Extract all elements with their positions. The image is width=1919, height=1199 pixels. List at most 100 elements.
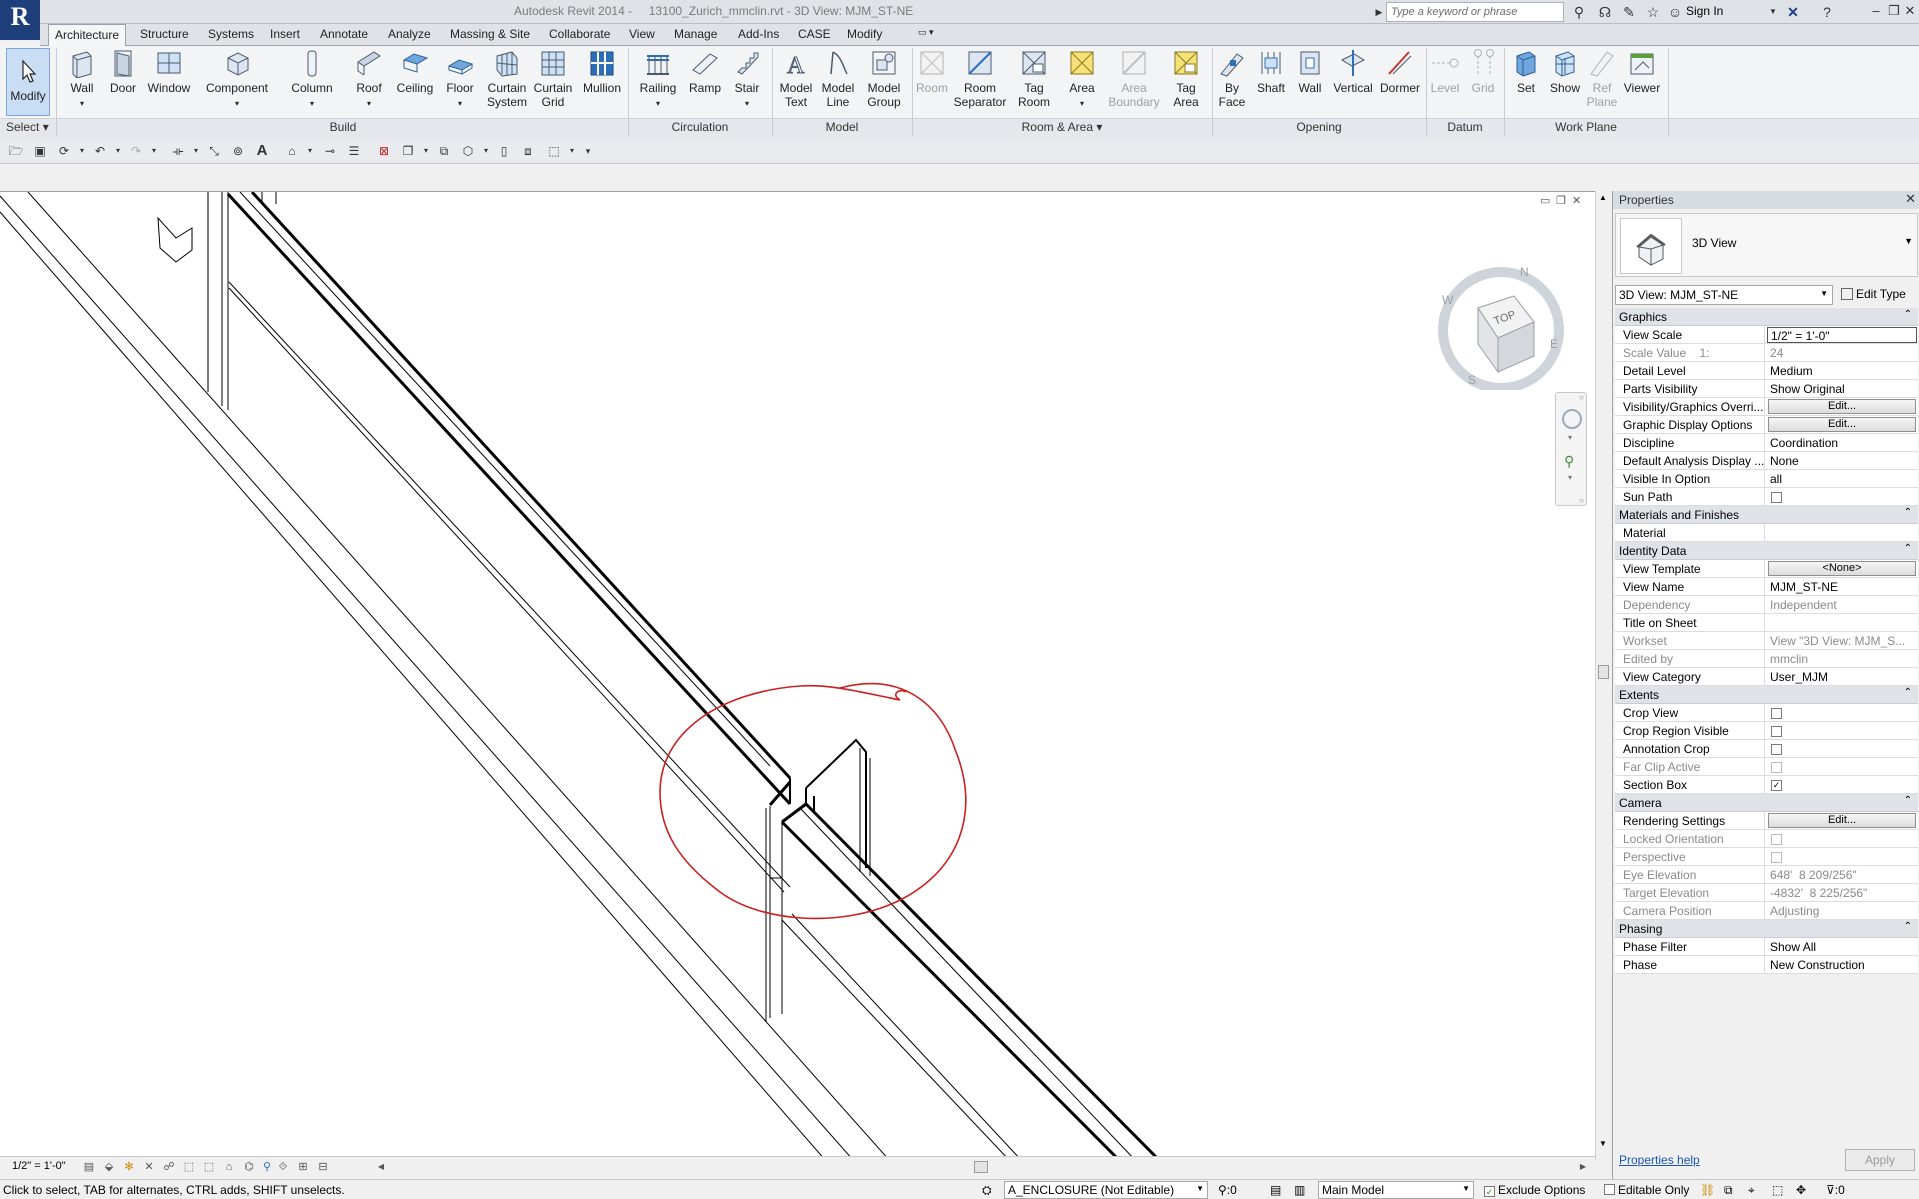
prop-phase-filter[interactable]: Phase Filter Show All xyxy=(1615,938,1918,956)
view-template-button[interactable]: <None> xyxy=(1768,561,1916,576)
workset-icon[interactable]: ⬚ xyxy=(546,143,562,159)
tab-case[interactable]: CASE xyxy=(798,27,831,41)
graphic-display-edit-button[interactable]: Edit... xyxy=(1768,417,1916,432)
rendering-dialog-icon[interactable]: ☍ xyxy=(162,1160,176,1174)
favorites-star-icon[interactable]: ☆ xyxy=(1644,3,1662,21)
prop-view-scale[interactable]: View Scale 1/2" = 1'-0" xyxy=(1615,326,1918,344)
tile-windows-icon[interactable]: ⧉ xyxy=(436,143,452,159)
temporary-view-properties-icon[interactable]: ⟐ xyxy=(276,1160,290,1174)
ribbon-minimize-toggle[interactable]: ▭ ▾ xyxy=(918,27,934,38)
zoom-dropdown-icon[interactable]: ▾ xyxy=(1568,473,1572,482)
open-icon[interactable]: 🗁 xyxy=(8,143,24,159)
hscroll-right-arrow-icon[interactable]: ▶ xyxy=(1576,1160,1590,1174)
redo-dropdown-icon[interactable]: ▾ xyxy=(146,143,162,159)
curtain-grid-button[interactable]: Curtain Grid xyxy=(532,48,574,109)
ramp-button[interactable]: Ramp xyxy=(686,48,724,95)
sun-path-checkbox[interactable] xyxy=(1771,492,1782,503)
wall-button[interactable]: Wall ▾ xyxy=(64,48,100,111)
close-hidden-windows-icon[interactable]: ⊠ xyxy=(376,143,392,159)
workset-dropdown-icon[interactable]: ▾ xyxy=(564,143,580,159)
prop-view-category[interactable]: View Category User_MJM xyxy=(1615,668,1918,686)
shadows-icon[interactable]: ✕ xyxy=(142,1160,156,1174)
nav-bar-options-icon[interactable]: ○ xyxy=(1579,496,1584,505)
close-button[interactable]: ✕ xyxy=(1900,2,1919,20)
section-icon[interactable]: ⊸ xyxy=(322,143,338,159)
application-menu-button[interactable]: R xyxy=(0,0,40,40)
undo-dropdown-icon[interactable]: ▾ xyxy=(110,143,126,159)
crop-view-checkbox[interactable] xyxy=(1771,708,1782,719)
tab-annotate[interactable]: Annotate xyxy=(320,27,368,41)
binoculars-icon[interactable]: ⚲ xyxy=(1570,3,1588,21)
view-scale-selector[interactable]: 1/2" = 1'-0" xyxy=(12,1160,66,1172)
visual-style-icon[interactable]: ⬙ xyxy=(102,1160,116,1174)
show-crop-region-icon[interactable]: ⬚ xyxy=(202,1160,216,1174)
text-icon[interactable]: A xyxy=(254,143,270,159)
group-extents[interactable]: Extents ⌃ xyxy=(1615,686,1918,704)
type-dropdown-icon[interactable]: ▼ xyxy=(1904,236,1913,246)
rendering-settings-edit-button[interactable]: Edit... xyxy=(1768,813,1916,828)
drawing-area[interactable]: ▭ ❐ ✕ TOP N E S W ○ ▾ ⚲ ▾ ○ xyxy=(0,191,1595,1161)
dormer-button[interactable]: Dormer xyxy=(1378,48,1422,95)
tab-manage[interactable]: Manage xyxy=(674,27,717,41)
area-boundary-button[interactable]: Area Boundary xyxy=(1106,48,1162,109)
exclude-options-checkbox[interactable]: ✓ Exclude Options xyxy=(1484,1183,1585,1197)
minimize-button[interactable]: – xyxy=(1866,2,1886,20)
prop-material[interactable]: Material xyxy=(1615,524,1918,542)
tab-analyze[interactable]: Analyze xyxy=(388,27,431,41)
group-graphics[interactable]: Graphics ⌃ xyxy=(1615,308,1918,326)
tab-modify[interactable]: Modify xyxy=(847,27,882,41)
sun-path-icon[interactable]: ✻ xyxy=(122,1160,136,1174)
ref-plane-button[interactable]: Ref Plane xyxy=(1586,48,1618,109)
roof-button[interactable]: Roof ▾ xyxy=(350,48,388,111)
default-3d-view-icon[interactable]: ⌂ xyxy=(284,143,300,159)
select-pinned-icon[interactable]: ⌖ xyxy=(1748,1183,1755,1198)
model-text-button[interactable]: A Model Text xyxy=(776,48,816,110)
tab-structure[interactable]: Structure xyxy=(140,27,189,41)
design-options-icon[interactable]: ▤ xyxy=(1270,1183,1281,1197)
filter-icon[interactable]: ⊽:0 xyxy=(1826,1183,1845,1197)
tab-collaborate[interactable]: Collaborate xyxy=(549,27,610,41)
tab-massing-site[interactable]: Massing & Site xyxy=(450,27,530,41)
edit-type-button[interactable]: Edit Type xyxy=(1841,287,1906,301)
crop-view-icon[interactable]: ⬚ xyxy=(182,1160,196,1174)
shaft-button[interactable]: Shaft xyxy=(1252,48,1290,95)
select-by-face-icon[interactable]: ⬚ xyxy=(1772,1183,1783,1197)
stair-button[interactable]: Stair ▾ xyxy=(728,48,766,111)
railing-button[interactable]: Railing ▾ xyxy=(636,48,680,111)
prop-discipline[interactable]: Discipline Coordination xyxy=(1615,434,1918,452)
room-area-panel-label[interactable]: Room & Area ▾ xyxy=(914,120,1210,134)
ceiling-button[interactable]: Ceiling xyxy=(394,48,436,95)
viewcube[interactable]: TOP N E S W xyxy=(1436,260,1566,390)
tab-architecture[interactable]: Architecture xyxy=(48,24,127,46)
save-icon[interactable]: ▣ xyxy=(32,143,48,159)
undo-icon[interactable]: ↶ xyxy=(92,143,108,159)
visibility-dropdown-icon[interactable]: ▾ xyxy=(478,143,494,159)
annotation-crop-checkbox[interactable] xyxy=(1771,744,1782,755)
design-option-edit-icon[interactable]: ▥ xyxy=(1294,1183,1305,1197)
zoom-icon[interactable]: ⚲ xyxy=(1564,453,1574,470)
sheet-icon[interactable]: ▯ xyxy=(496,143,512,159)
exchange-apps-icon[interactable]: ✕ xyxy=(1784,3,1802,21)
help-icon[interactable]: ? xyxy=(1818,3,1836,21)
wall-opening-button[interactable]: Wall xyxy=(1292,48,1328,95)
instance-filter-dropdown[interactable]: 3D View: MJM_ST-NE ▼ xyxy=(1615,285,1833,305)
prop-visible-in-option[interactable]: Visible In Option all xyxy=(1615,470,1918,488)
sync-central-icon[interactable]: ⟳ xyxy=(56,143,72,159)
show-workplane-button[interactable]: Show xyxy=(1546,48,1584,95)
tab-systems[interactable]: Systems xyxy=(208,27,254,41)
mullion-button[interactable]: Mullion xyxy=(580,48,624,95)
vg-edit-button[interactable]: Edit... xyxy=(1768,399,1916,414)
editable-only-checkbox[interactable]: Editable Only xyxy=(1604,1183,1689,1197)
tag-room-button[interactable]: Tag Room xyxy=(1014,48,1054,109)
curtain-system-button[interactable]: Curtain System xyxy=(484,48,530,109)
switch-windows-icon[interactable]: ❐ xyxy=(400,143,416,159)
type-selector[interactable]: 3D View ▼ xyxy=(1615,213,1918,277)
viewer-button[interactable]: Viewer xyxy=(1620,48,1664,95)
view-minimize-icon[interactable]: ▭ xyxy=(1540,194,1550,207)
tag-area-button[interactable]: Tag Area xyxy=(1164,48,1208,109)
model-group-button[interactable]: Model Group xyxy=(862,48,906,109)
door-button[interactable]: Door xyxy=(106,48,140,95)
vertical-scrollbar[interactable]: ▲ ▼ xyxy=(1595,191,1611,1160)
3d-view-dropdown-icon[interactable]: ▾ xyxy=(302,143,318,159)
detail-level-icon[interactable]: ▤ xyxy=(82,1160,96,1174)
